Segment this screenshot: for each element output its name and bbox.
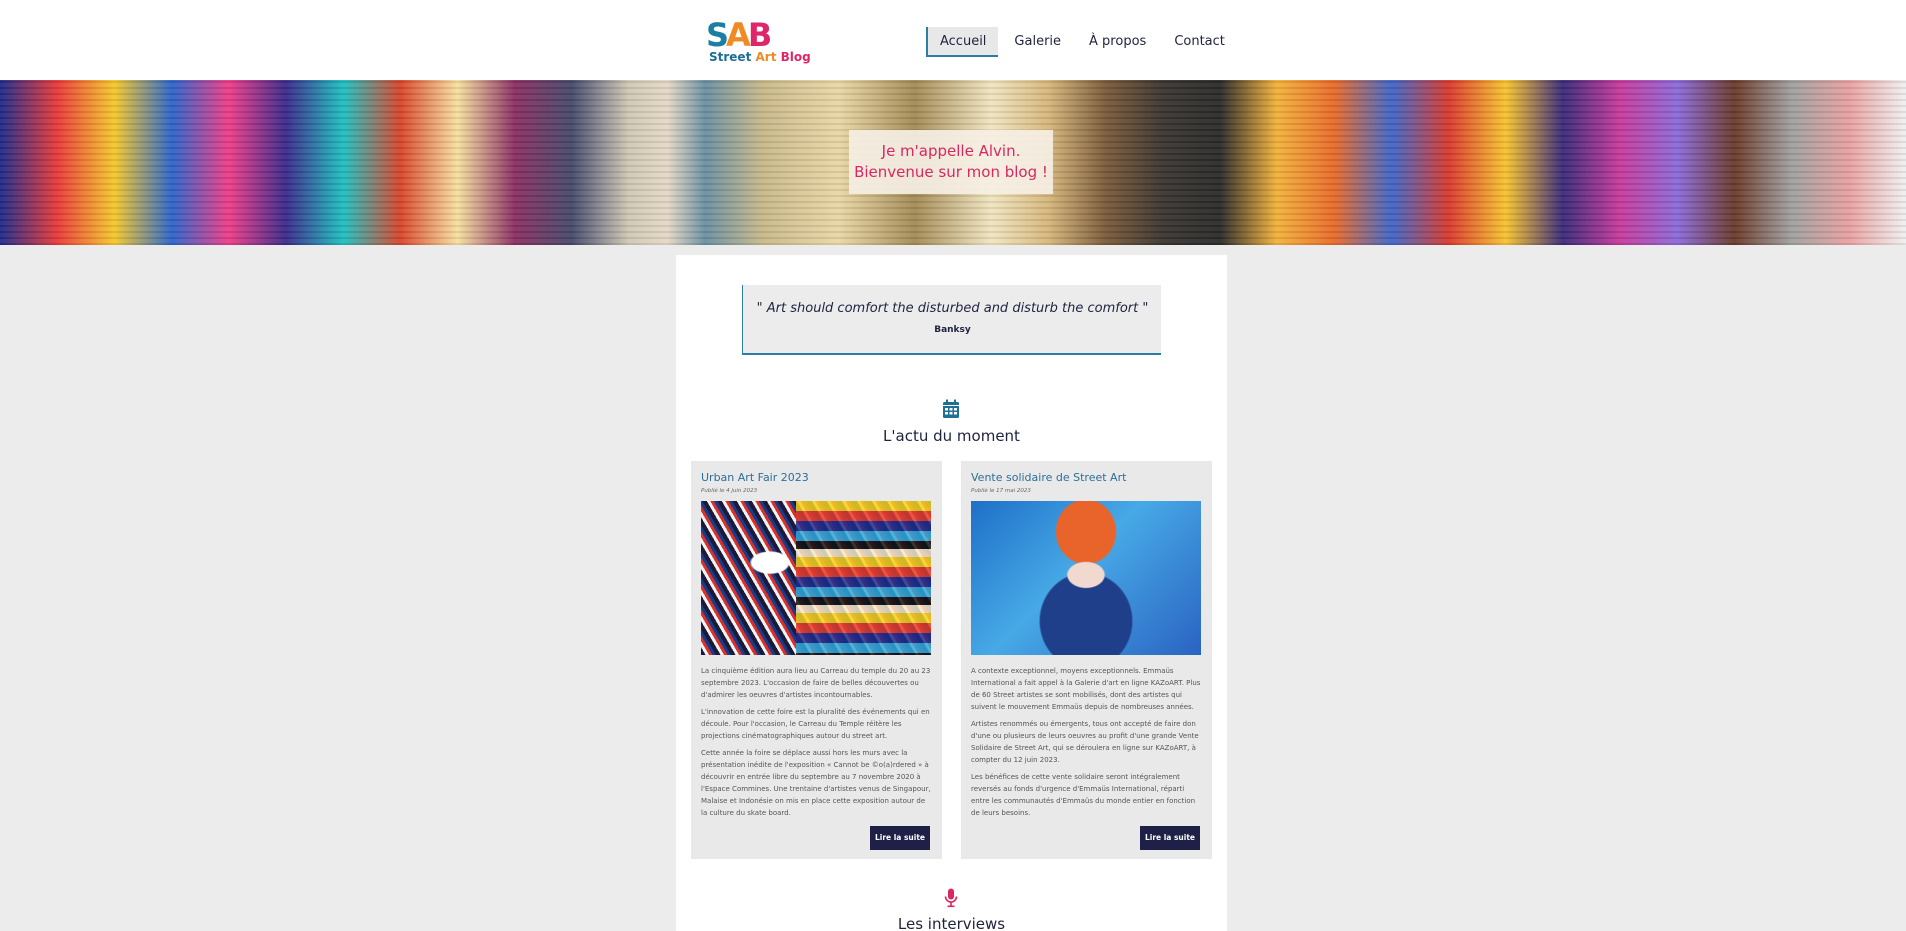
quote-author: Banksy <box>934 325 971 335</box>
news-card-body: A contexte exceptionnel, moyens exceptio… <box>971 665 1203 824</box>
news-card-body: La cinquième édition aura lieu au Carrea… <box>701 665 933 824</box>
news-section-title: L'actu du moment <box>883 427 1020 445</box>
news-card-paragraph: La cinquième édition aura lieu au Carrea… <box>701 667 931 699</box>
news-card-image <box>701 501 931 655</box>
hero-line-1: Je m'appelle Alvin. <box>881 142 1021 160</box>
nav-item-galerie[interactable]: Galerie <box>1002 27 1073 57</box>
news-card-title[interactable]: Urban Art Fair 2023 <box>701 471 931 484</box>
hero-welcome-box: Je m'appelle Alvin. Bienvenue sur mon bl… <box>849 130 1053 194</box>
news-card-title[interactable]: Vente solidaire de Street Art <box>971 471 1201 484</box>
hero-line-2: Bienvenue sur mon blog ! <box>854 163 1048 181</box>
news-card-paragraph: L'innovation de cette foire est la plura… <box>701 708 930 740</box>
logo-word-art: Art <box>755 50 777 64</box>
quote-block: " Art should comfort the disturbed and d… <box>742 285 1161 355</box>
news-card: Vente solidaire de Street Art Publié le … <box>961 461 1212 859</box>
logo-word-street: Street <box>709 50 752 64</box>
site-logo[interactable]: SAB Street Art Blog <box>706 19 811 66</box>
news-card-paragraph: A contexte exceptionnel, moyens exceptio… <box>971 667 1201 711</box>
interviews-section-title: Les interviews <box>897 915 1006 931</box>
logo-letter-b: B <box>747 16 772 54</box>
hero-banner: Je m'appelle Alvin. Bienvenue sur mon bl… <box>0 80 1906 245</box>
news-card-paragraph: Les bénéfices de cette vente solidaire s… <box>971 773 1196 817</box>
nav-item-contact[interactable]: Contact <box>1162 27 1237 57</box>
read-more-button[interactable]: Lire la suite <box>1140 826 1200 850</box>
news-card-image <box>971 501 1201 655</box>
news-card-date: Publié le 17 mai 2023 <box>971 488 1031 494</box>
quote-text: " Art should comfort the disturbed and d… <box>756 301 1149 316</box>
nav-item-a-propos[interactable]: À propos <box>1077 27 1158 57</box>
news-card-date: Publié le 4 juin 2023 <box>701 488 758 494</box>
news-card-paragraph: Cette année la foire se déplace aussi ho… <box>701 749 931 817</box>
main-nav: Accueil Galerie À propos Contact <box>926 27 1241 57</box>
news-card: Urban Art Fair 2023 Publié le 4 juin 202… <box>691 461 942 859</box>
logo-wordmark: Street Art Blog <box>709 50 811 64</box>
logo-word-blog: Blog <box>780 50 811 64</box>
logo-monogram: SAB <box>706 19 806 51</box>
news-card-paragraph: Artistes renommés ou émergents, tous ont… <box>971 720 1199 764</box>
logo-letter-a: A <box>726 16 751 54</box>
nav-item-accueil[interactable]: Accueil <box>926 27 999 57</box>
logo-letter-s: S <box>706 16 729 54</box>
calendar-icon <box>942 399 960 419</box>
main-content: " Art should comfort the disturbed and d… <box>676 255 1227 931</box>
site-header: SAB Street Art Blog Accueil Galerie À pr… <box>0 0 1906 80</box>
microphone-icon <box>943 888 961 908</box>
read-more-button[interactable]: Lire la suite <box>870 826 930 850</box>
